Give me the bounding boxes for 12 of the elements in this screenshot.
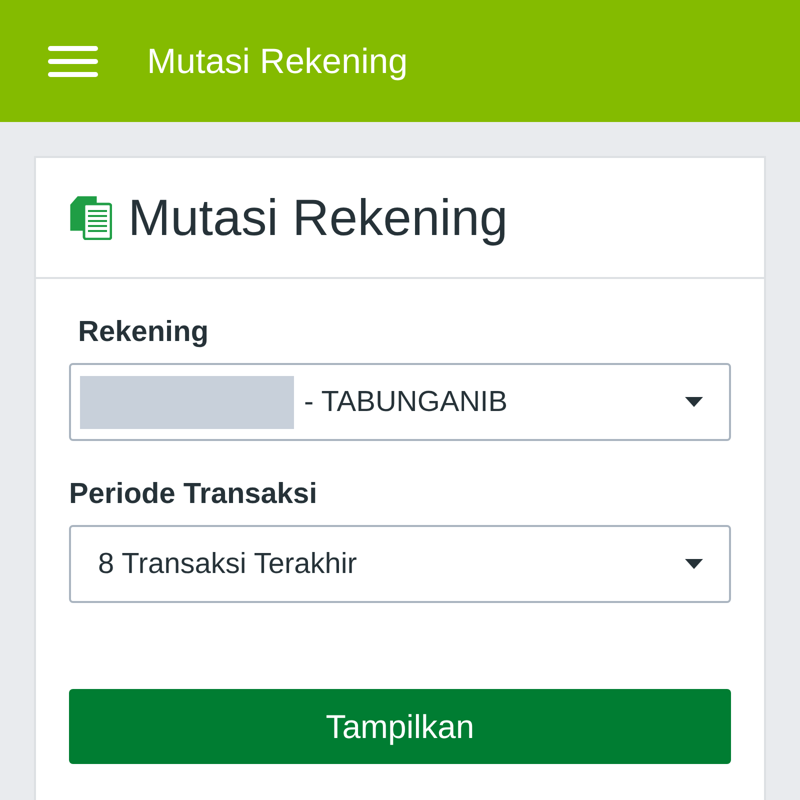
dropdown-caret-icon [685, 559, 703, 569]
field-label: Periode Transaksi [69, 477, 318, 511]
show-button[interactable]: Tampilkan [69, 689, 731, 764]
dropdown-select[interactable]: 8 Transaksi Terakhir [69, 525, 731, 603]
field-label: Rekening [77, 315, 210, 349]
dropdown-value: 8 Transaksi Terakhir [98, 550, 358, 578]
dropdown-select[interactable]: - TABUNGANIB [69, 363, 731, 441]
menu-icon[interactable] [48, 46, 98, 76]
dropdown-caret-icon [685, 397, 703, 407]
documents-icon [70, 196, 112, 240]
app-bar-title: Mutasi Rekening [147, 44, 408, 78]
dropdown-value: - TABUNGANIB [304, 388, 509, 416]
